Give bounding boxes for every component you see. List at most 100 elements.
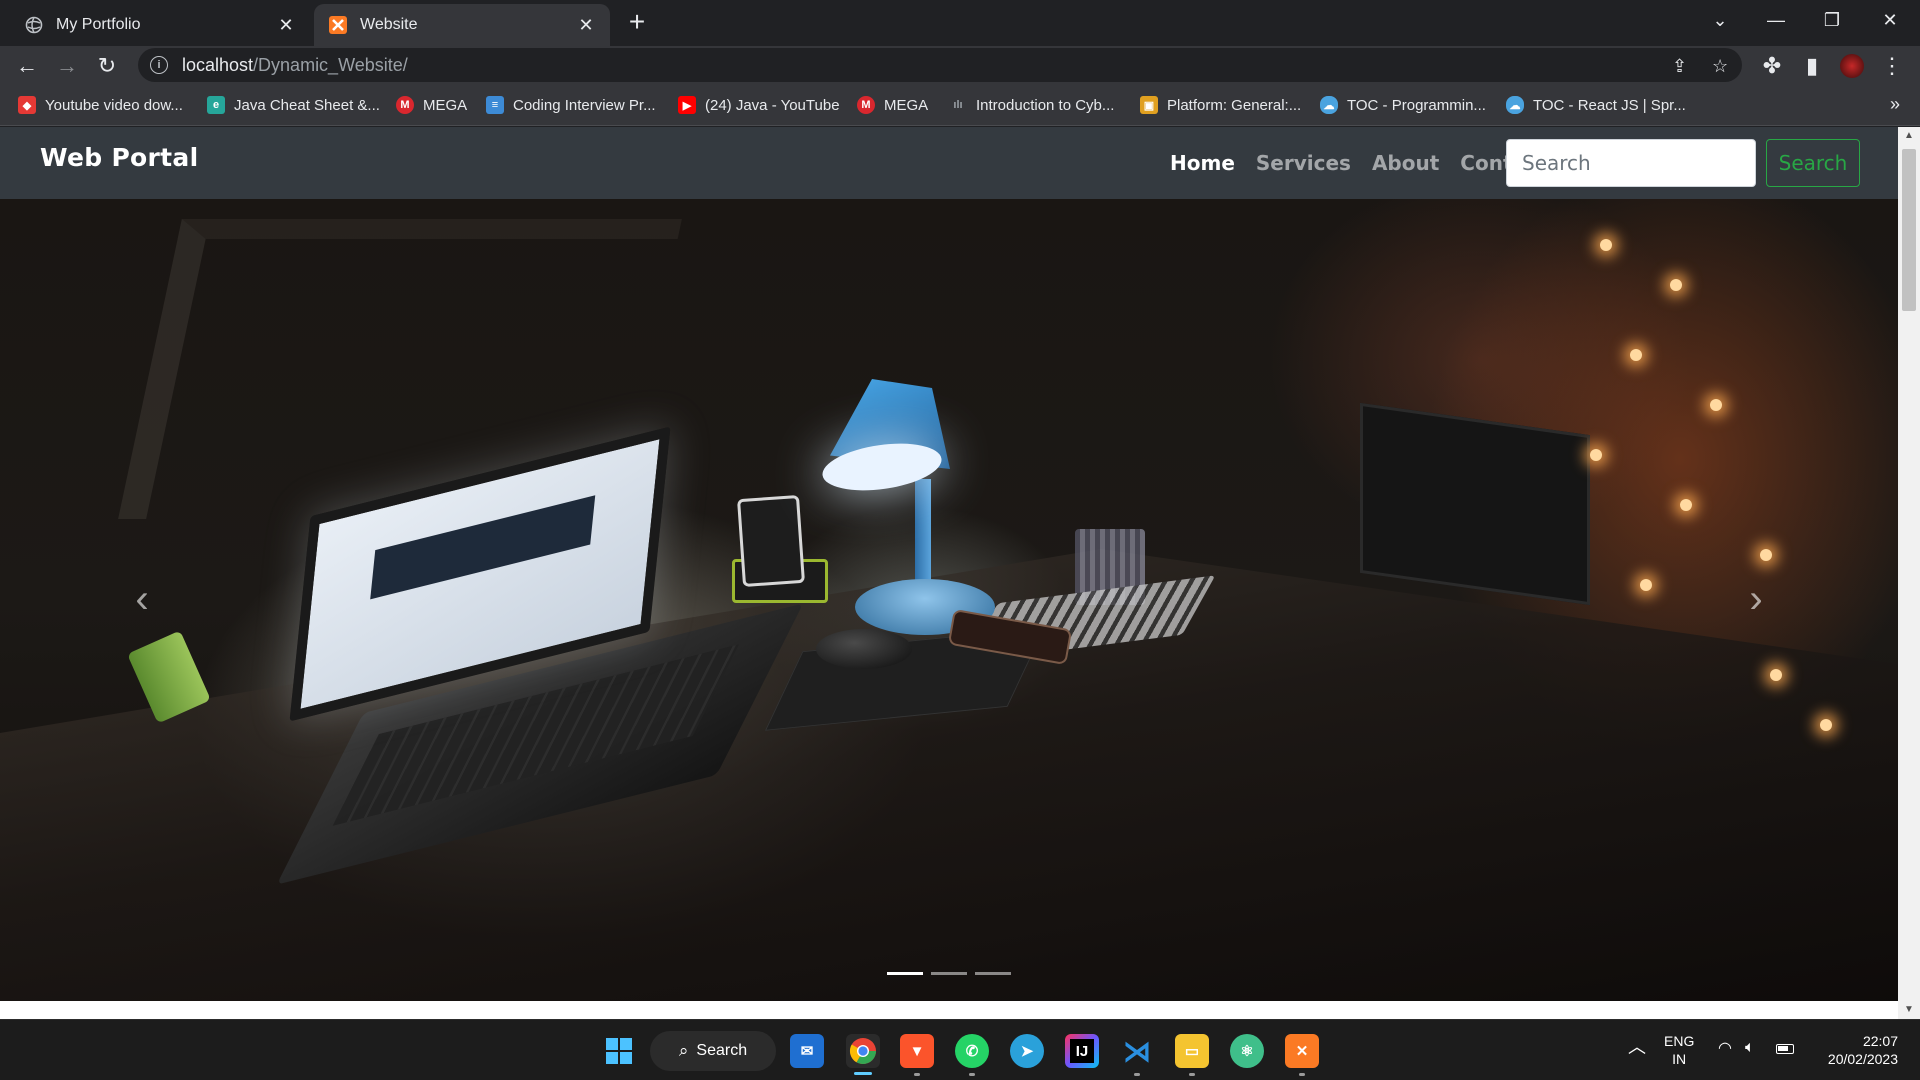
brand-logo[interactable]: Web Portal bbox=[40, 143, 198, 172]
taskbar-search-label: Search bbox=[696, 1042, 748, 1059]
lamp-stem bbox=[915, 479, 931, 589]
bookmark-star-icon[interactable]: ☆ bbox=[1712, 56, 1728, 77]
close-tab-icon[interactable]: ✕ bbox=[576, 15, 596, 35]
carousel-indicator[interactable] bbox=[887, 972, 923, 975]
extensions-icon[interactable]: ✤ bbox=[1756, 50, 1788, 82]
bookmark-label: MEGA bbox=[423, 96, 468, 114]
cloud-icon: ☁ bbox=[1506, 96, 1524, 114]
site-info-icon[interactable]: i bbox=[150, 56, 168, 74]
mega-icon: M bbox=[857, 96, 875, 114]
browser-menu-icon[interactable]: ⋮ bbox=[1876, 50, 1908, 82]
search-icon: ⌕ bbox=[678, 1041, 689, 1060]
tab-title: My Portfolio bbox=[56, 16, 141, 33]
windows-start-icon[interactable] bbox=[602, 1034, 636, 1068]
bookmark-item[interactable]: ▶ (24) Java - YouTube bbox=[678, 94, 840, 116]
carousel-prev-button[interactable]: ‹ bbox=[122, 569, 162, 629]
address-bar[interactable]: i localhost/Dynamic_Website/ ⇪ ☆ bbox=[138, 48, 1742, 82]
bookmark-item[interactable]: e Java Cheat Sheet &... bbox=[207, 94, 380, 116]
browser-tab-strip: My Portfolio ✕ Website ✕ + ⌄ — ❐ ✕ bbox=[0, 0, 1920, 46]
xampp-icon[interactable]: ✕ bbox=[1285, 1034, 1319, 1068]
file-explorer-icon[interactable]: ▭ bbox=[1175, 1034, 1209, 1068]
page-viewport: Web Portal Home Services About Contact S… bbox=[0, 127, 1898, 1019]
search-input[interactable] bbox=[1506, 139, 1756, 187]
url-path: /Dynamic_Website/ bbox=[253, 54, 408, 75]
side-panel-icon[interactable]: ▮ bbox=[1796, 50, 1828, 82]
intellij-icon[interactable]: IJ bbox=[1065, 1034, 1099, 1068]
chrome-icon[interactable] bbox=[846, 1034, 880, 1068]
y2mate-icon: ◆ bbox=[18, 96, 36, 114]
bookmark-item[interactable]: ▣ Platform: General:... bbox=[1140, 94, 1301, 116]
bookmark-item[interactable]: M MEGA bbox=[857, 94, 928, 116]
tab-my-portfolio[interactable]: My Portfolio ✕ bbox=[10, 4, 310, 46]
phone bbox=[737, 494, 805, 588]
tab-website[interactable]: Website ✕ bbox=[314, 4, 610, 46]
running-app-indicator bbox=[1299, 1073, 1305, 1076]
close-tab-icon[interactable]: ✕ bbox=[276, 15, 296, 35]
brave-icon[interactable]: ▼ bbox=[900, 1034, 934, 1068]
running-app-indicator bbox=[914, 1073, 920, 1076]
bookmark-item[interactable]: M MEGA bbox=[396, 94, 467, 116]
new-tab-button[interactable]: + bbox=[622, 8, 652, 38]
bookmark-item[interactable]: ılı Introduction to Cyb... bbox=[949, 94, 1114, 116]
carousel-indicator[interactable] bbox=[931, 972, 967, 975]
volume-icon[interactable]: 🔈︎ bbox=[1745, 1039, 1755, 1057]
running-app-indicator bbox=[1134, 1073, 1140, 1076]
hero-carousel: ‹ › bbox=[0, 199, 1898, 1001]
taskbar-search-button[interactable]: ⌕ Search bbox=[650, 1031, 776, 1071]
scroll-down-icon[interactable]: ▼ bbox=[1898, 1001, 1920, 1019]
bookmark-item[interactable]: ◆ Youtube video dow... bbox=[18, 94, 183, 116]
running-app-indicator bbox=[1189, 1073, 1195, 1076]
xampp-icon bbox=[328, 15, 348, 35]
bookmark-item[interactable]: ☁ TOC - React JS | Spr... bbox=[1506, 94, 1686, 116]
edureka-icon: e bbox=[207, 96, 225, 114]
vscode-icon[interactable]: ⋊ bbox=[1120, 1034, 1154, 1068]
back-icon[interactable]: ← bbox=[11, 50, 43, 82]
bookmark-label: Coding Interview Pr... bbox=[513, 96, 656, 114]
show-hidden-icons-icon[interactable]: ︿ bbox=[1628, 1038, 1646, 1056]
forward-icon[interactable]: → bbox=[51, 50, 83, 82]
reload-icon[interactable]: ↻ bbox=[91, 50, 123, 82]
battery-icon[interactable] bbox=[1776, 1040, 1794, 1058]
windows-taskbar: ⌕ Search ✉ ▼ ✆ ➤ IJ ⋊ ▭ ⚛ ✕ ︿ ENG IN ◠ 🔈… bbox=[0, 1019, 1920, 1080]
minimize-icon[interactable]: — bbox=[1748, 0, 1804, 40]
more-bookmarks-icon[interactable]: » bbox=[1890, 94, 1900, 115]
bookmark-label: Youtube video dow... bbox=[45, 96, 183, 114]
bookmark-item[interactable]: ☁ TOC - Programmin... bbox=[1320, 94, 1486, 116]
globe-icon bbox=[24, 15, 44, 35]
carousel-next-button[interactable]: › bbox=[1736, 569, 1776, 629]
nav-about[interactable]: About bbox=[1372, 151, 1439, 175]
share-icon[interactable]: ⇪ bbox=[1672, 56, 1687, 77]
clock-date: 20/02/2023 bbox=[1827, 1051, 1898, 1067]
tab-search-icon[interactable]: ⌄ bbox=[1692, 0, 1748, 40]
nav-services[interactable]: Services bbox=[1256, 151, 1351, 175]
search-button[interactable]: Search bbox=[1766, 139, 1860, 187]
page-scrollbar[interactable]: ▲ ▼ bbox=[1898, 127, 1920, 1019]
nav-home[interactable]: Home bbox=[1170, 151, 1235, 175]
close-window-icon[interactable]: ✕ bbox=[1862, 0, 1918, 40]
bookmark-label: TOC - React JS | Spr... bbox=[1533, 96, 1686, 114]
bookmark-label: (24) Java - YouTube bbox=[705, 96, 840, 114]
mail-icon[interactable]: ✉ bbox=[790, 1034, 824, 1068]
wifi-icon[interactable]: ◠ bbox=[1718, 1040, 1732, 1058]
tab-title: Website bbox=[360, 16, 418, 33]
language-indicator[interactable]: ENG IN bbox=[1664, 1032, 1694, 1068]
running-app-indicator bbox=[969, 1073, 975, 1076]
bookmark-label: TOC - Programmin... bbox=[1347, 96, 1486, 114]
fairy-lights bbox=[1560, 219, 1860, 779]
clock[interactable]: 22:07 20/02/2023 bbox=[1818, 1032, 1898, 1068]
bookmark-label: Introduction to Cyb... bbox=[976, 96, 1115, 114]
scrollbar-thumb[interactable] bbox=[1902, 149, 1916, 311]
atom-icon[interactable]: ⚛ bbox=[1230, 1034, 1264, 1068]
scroll-up-icon[interactable]: ▲ bbox=[1898, 127, 1920, 145]
monitor bbox=[1360, 402, 1590, 606]
restore-icon[interactable]: ❐ bbox=[1804, 0, 1860, 40]
cisco-icon: ılı bbox=[953, 99, 963, 111]
bookmark-item[interactable]: ≡ Coding Interview Pr... bbox=[486, 94, 656, 116]
bookmark-label: Platform: General:... bbox=[1167, 96, 1302, 114]
telegram-icon[interactable]: ➤ bbox=[1010, 1034, 1044, 1068]
carousel-indicator[interactable] bbox=[975, 972, 1011, 975]
whatsapp-icon[interactable]: ✆ bbox=[955, 1034, 989, 1068]
cloud-icon: ☁ bbox=[1320, 96, 1338, 114]
bookmark-label: Java Cheat Sheet &... bbox=[234, 96, 380, 114]
profile-avatar[interactable] bbox=[1836, 50, 1868, 82]
